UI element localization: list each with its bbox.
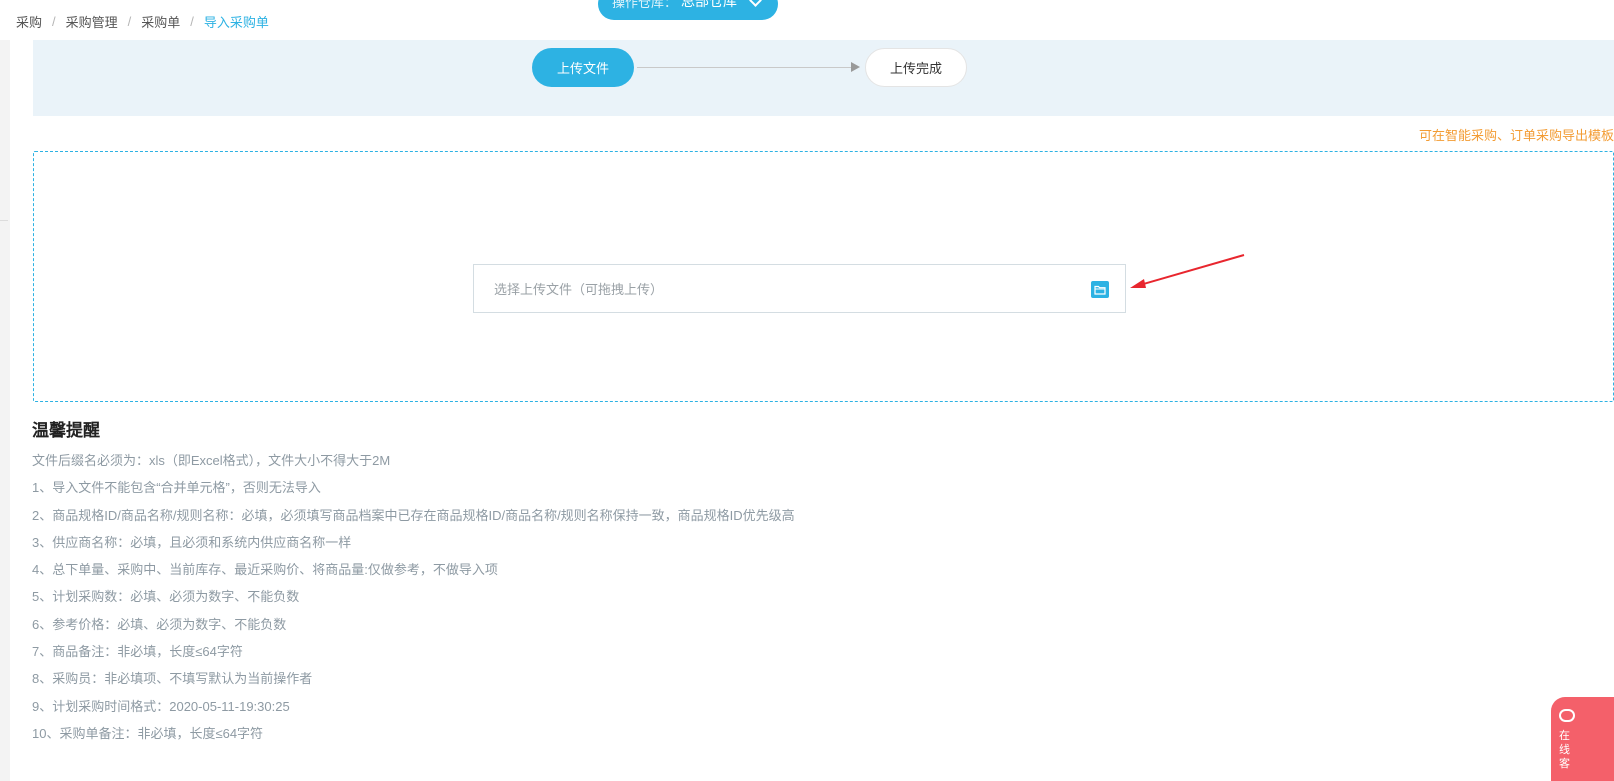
breadcrumb-separator: /: [190, 14, 194, 29]
breadcrumb-item-purchase[interactable]: 采购: [16, 12, 42, 31]
step-arrow-icon: [851, 62, 860, 72]
side-panel-edge: [0, 40, 10, 781]
tip-item: 6、参考价格：必填、必须为数字、不能负数: [32, 616, 287, 632]
breadcrumb-item-purchase-order[interactable]: 采购单: [141, 12, 180, 31]
tip-item: 1、导入文件不能包含“合并单元格”，否则无法导入: [32, 480, 321, 496]
tip-item: 4、总下单量、采购中、当前库存、最近采购价、将商品量:仅做参考，不做导入项: [32, 562, 498, 578]
tips-list: 文件后缀名必须为：xls（即Excel格式），文件大小不得大于2M 1、导入文件…: [32, 451, 795, 751]
breadcrumb-current: 导入采购单: [203, 15, 269, 30]
file-select-input[interactable]: 选择上传文件（可拖拽上传）: [473, 264, 1126, 313]
tip-item: 8、采购员：非必填项、不填写默认为当前操作者: [32, 671, 313, 687]
chat-bubble-icon: [1559, 709, 1575, 722]
step-upload-file: 上传文件: [532, 48, 634, 87]
chevron-down-icon: [749, 0, 762, 7]
tip-item: 9、计划采购时间格式：2020-05-11-19:30:25: [32, 698, 290, 714]
tip-item: 7、商品备注：非必填，长度≤64字符: [32, 644, 243, 660]
file-input-placeholder: 选择上传文件（可拖拽上传）: [494, 282, 664, 297]
tips-title: 温馨提醒: [32, 421, 100, 440]
chat-char: 客: [1559, 758, 1570, 770]
warehouse-value: 总部仓库: [681, 0, 738, 9]
breadcrumb-separator: /: [52, 14, 56, 29]
annotation-arrow: [1130, 254, 1245, 288]
online-service-widget[interactable]: 在 线 客: [1551, 697, 1614, 781]
folder-icon[interactable]: [1091, 281, 1109, 298]
tip-item: 10、采购单备注：非必填，长度≤64字符: [32, 725, 264, 741]
warehouse-label: 操作仓库：: [612, 0, 678, 10]
warehouse-selector[interactable]: 操作仓库： 总部仓库: [598, 0, 778, 20]
tip-item: 文件后缀名必须为：xls（即Excel格式），文件大小不得大于2M: [32, 453, 391, 468]
tip-item: 5、计划采购数：必填、必须为数字、不能负数: [32, 589, 300, 605]
breadcrumb: 采购 / 采购管理 / 采购单 / 导入采购单: [16, 12, 269, 31]
step-connector: [637, 67, 851, 68]
tip-item: 2、商品规格ID/商品名称/规则名称：必填，必须填写商品档案中已存在商品规格ID…: [32, 507, 795, 523]
step-upload-complete: 上传完成: [865, 48, 967, 87]
tip-item: 3、供应商名称：必填，且必须和系统内供应商名称一样: [32, 534, 352, 550]
upload-steps: 上传文件 上传完成: [33, 40, 1614, 116]
breadcrumb-item-purchase-management[interactable]: 采购管理: [66, 12, 118, 31]
breadcrumb-separator: /: [127, 14, 132, 29]
export-template-hint[interactable]: 可在智能采购、订单采购导出模板: [1419, 125, 1614, 144]
